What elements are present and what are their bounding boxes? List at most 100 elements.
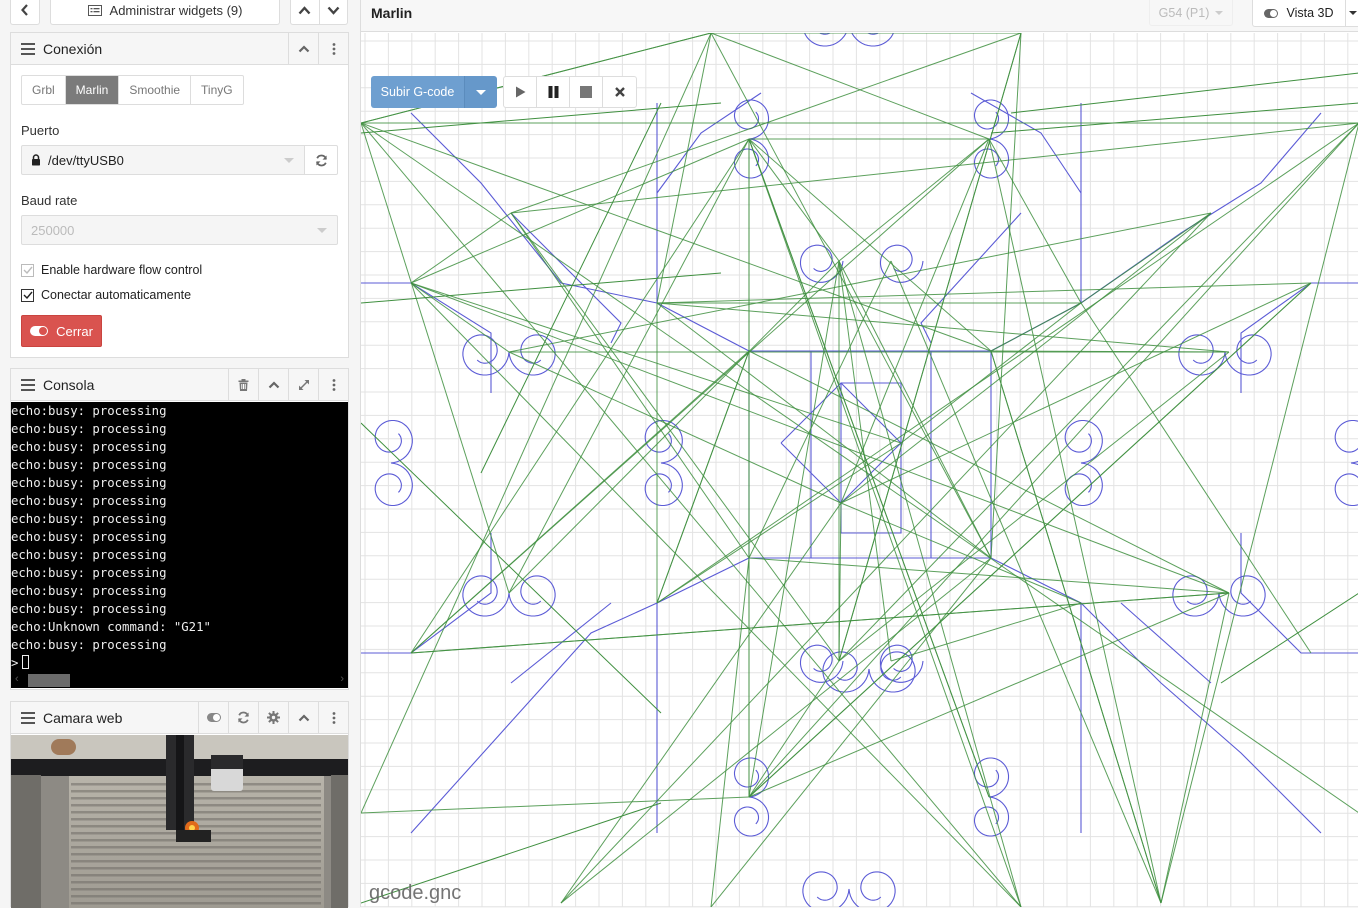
run-button[interactable] — [504, 77, 537, 107]
scroll-right-arrow-icon[interactable]: › — [340, 673, 344, 685]
toggle-icon — [1264, 8, 1279, 18]
scroll-left-arrow-icon[interactable]: ‹ — [15, 673, 19, 685]
work-coordinate-system-select[interactable]: G54 (P1) — [1149, 0, 1233, 26]
view-3d-toggle-button[interactable]: Vista 3D — [1252, 0, 1346, 27]
upload-gcode-button[interactable]: Subir G-code — [371, 76, 464, 108]
refresh-icon — [315, 154, 327, 166]
rapid-move-segment — [508, 260, 840, 594]
widget-menu-button[interactable] — [318, 702, 348, 733]
more-vertical-icon — [332, 711, 335, 724]
cut-path-segment — [1240, 282, 1358, 393]
checkbox-checked-icon — [21, 288, 34, 302]
rapid-move-segment — [988, 138, 1162, 904]
console-line: echo:busy: processing — [11, 512, 167, 526]
baud-rate-select[interactable]: 250000 — [21, 215, 338, 245]
collapse-widget-button[interactable] — [288, 702, 318, 733]
controller-tab-smoothie[interactable]: Smoothie — [119, 76, 192, 104]
rapid-move-segment — [410, 138, 750, 284]
rapid-move-segment — [1220, 593, 1358, 684]
caret-down-icon — [476, 89, 486, 95]
console-line: echo:busy: processing — [11, 548, 167, 562]
rapid-move-segment — [510, 212, 750, 559]
pause-button[interactable] — [537, 77, 570, 107]
view-3d-label: Vista 3D — [1286, 6, 1334, 20]
cut-path-segment — [656, 103, 750, 833]
job-controls — [503, 76, 637, 108]
refresh-webcam-button[interactable] — [228, 702, 258, 733]
rapid-toolpaths — [361, 33, 1358, 907]
manage-widgets-button[interactable]: Administrar widgets (9) — [50, 0, 280, 25]
play-icon — [515, 86, 525, 98]
collapse-widget-button[interactable] — [258, 369, 288, 400]
refresh-ports-button[interactable] — [304, 145, 338, 175]
console-line: echo:busy: processing — [11, 404, 167, 418]
widget-menu-button[interactable] — [318, 369, 348, 400]
chevron-up-icon — [298, 713, 309, 721]
hardware-flow-control-checkbox[interactable]: Enable hardware flow control — [21, 263, 202, 277]
webcam-frame — [11, 735, 348, 908]
gcode-visualizer-canvas[interactable]: Subir G-code gcode.gnc — [361, 33, 1358, 907]
collapse-widget-button[interactable] — [288, 33, 318, 64]
rapid-move-segment — [990, 33, 1022, 559]
port-select[interactable]: /dev/ttyUSB0 — [21, 145, 305, 175]
chevron-down-icon — [327, 6, 340, 15]
clear-console-button[interactable] — [228, 369, 258, 400]
toolpath-drawing[interactable] — [361, 33, 1358, 907]
drag-handle-icon[interactable] — [21, 42, 35, 55]
scroll-motif — [1064, 462, 1103, 507]
rapid-move-segment — [838, 351, 1230, 662]
connection-widget-title: Conexión — [43, 40, 103, 57]
console-horizontal-scrollbar[interactable]: ‹ › — [11, 672, 348, 688]
close-gcode-button[interactable] — [603, 77, 636, 107]
collapse-sidebar-button[interactable] — [10, 0, 40, 25]
scrollbar-thumb[interactable] — [28, 674, 70, 687]
toggle-webcam-button[interactable] — [198, 702, 228, 733]
scroll-down-button[interactable] — [318, 0, 348, 24]
rapid-move-segment — [410, 592, 1230, 654]
more-vertical-icon — [332, 42, 335, 55]
webcam-feed-image — [11, 735, 348, 908]
checkbox-checked-icon — [21, 263, 34, 277]
controller-type-selector: Grbl Marlin Smoothie TinyG — [21, 75, 244, 105]
console-output: echo:busy: processing echo:busy: processi… — [11, 402, 348, 654]
view-options-dropdown[interactable] — [1346, 0, 1358, 27]
expand-icon — [298, 379, 309, 390]
fullscreen-button[interactable] — [288, 369, 318, 400]
rapid-move-segment — [560, 502, 842, 904]
widget-scroll-buttons — [290, 0, 348, 25]
console-terminal[interactable]: echo:busy: processing echo:busy: processi… — [11, 402, 348, 674]
upload-options-dropdown[interactable] — [464, 76, 497, 108]
console-line: echo:busy: processing — [11, 602, 167, 616]
rapid-move-segment — [361, 122, 992, 352]
more-vertical-icon — [332, 378, 335, 391]
controller-tab-tinyg[interactable]: TinyG — [191, 76, 243, 104]
list-icon — [87, 4, 102, 16]
widget-toolbar: Administrar widgets (9) — [10, 0, 348, 26]
stop-icon — [580, 86, 592, 98]
port-label: Puerto — [21, 123, 60, 138]
loaded-filename: gcode.gnc — [369, 882, 462, 904]
rapid-move-segment — [1080, 302, 1312, 654]
controller-tab-marlin[interactable]: Marlin — [65, 76, 120, 104]
scroll-motif — [644, 462, 683, 507]
webcam-widget-header: Camara web — [11, 702, 348, 734]
connection-widget-header: Conexión — [11, 33, 348, 65]
auto-connect-checkbox[interactable]: Conectar automaticamente — [21, 288, 191, 302]
scroll-up-button[interactable] — [291, 0, 319, 24]
console-line: echo:busy: processing — [11, 584, 167, 598]
pause-icon — [548, 86, 558, 98]
chevron-up-icon — [298, 44, 309, 52]
webcam-settings-button[interactable] — [258, 702, 288, 733]
cut-path-segment — [920, 212, 1022, 344]
rapid-move-segment — [1160, 124, 1358, 904]
widget-menu-button[interactable] — [318, 33, 348, 64]
close-connection-button[interactable]: Cerrar — [21, 315, 102, 347]
rapid-move-segment — [748, 557, 1230, 594]
rapid-move-segment — [838, 138, 990, 262]
console-prompt-line[interactable]: > — [11, 654, 348, 672]
drag-handle-icon[interactable] — [21, 378, 35, 391]
rapid-move-segment — [748, 138, 990, 798]
drag-handle-icon[interactable] — [21, 711, 35, 724]
controller-tab-grbl[interactable]: Grbl — [22, 76, 66, 104]
stop-button[interactable] — [570, 77, 603, 107]
